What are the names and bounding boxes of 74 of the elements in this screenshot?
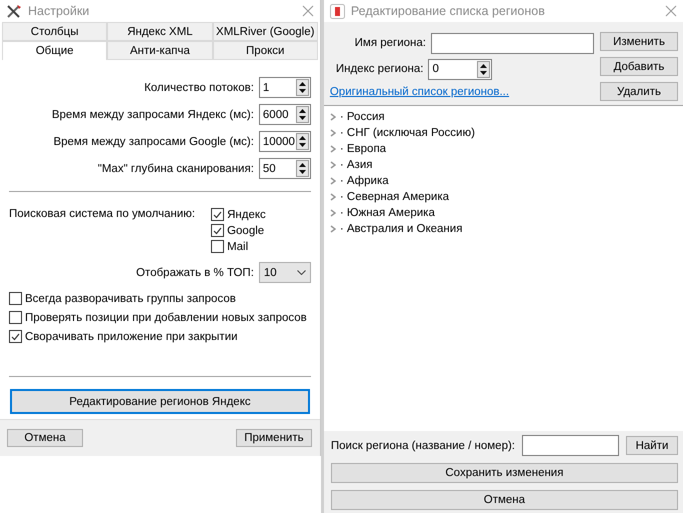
tab[interactable]: XMLRiver (Google) — [212, 22, 318, 41]
save-button[interactable]: Сохранить изменения — [330, 463, 678, 483]
number-spinner[interactable]: 0 — [428, 58, 492, 80]
region-search-field[interactable] — [522, 435, 619, 456]
spin-arrows-icon[interactable] — [296, 160, 309, 177]
field-label: Количество потоков: — [144, 82, 254, 94]
checkbox-label: Яндекс — [227, 208, 266, 220]
spin-arrows-icon[interactable] — [296, 106, 309, 123]
tree-item[interactable]: · Южная Америка — [340, 207, 435, 219]
region-name-field[interactable] — [431, 32, 594, 54]
chevron-right-icon[interactable] — [330, 193, 336, 201]
tree-item[interactable]: · Северная Америка — [340, 191, 449, 203]
tab[interactable]: Столбцы — [2, 22, 108, 41]
field-label: Индекс региона: — [336, 63, 424, 75]
chevron-right-icon[interactable] — [330, 209, 336, 217]
action-button[interactable]: Изменить — [600, 32, 678, 51]
checkbox-label: Всегда разворачивать группы запросов — [25, 292, 236, 304]
tree-item[interactable]: · Азия — [340, 159, 372, 171]
checkbox[interactable] — [211, 208, 224, 221]
tab[interactable]: Прокси — [212, 41, 318, 60]
field-label: Время между запросами Яндекс (мс): — [52, 108, 254, 120]
number-spinner[interactable]: 50 — [258, 158, 311, 179]
number-spinner[interactable]: 6000 — [258, 104, 311, 125]
app-logo-icon — [330, 4, 345, 18]
field-label: Поисковая система по умолчанию: — [9, 208, 196, 220]
checkbox[interactable] — [9, 311, 22, 324]
checkbox[interactable] — [9, 330, 22, 343]
number-spinner[interactable]: 1 — [258, 77, 311, 98]
check-icon — [11, 332, 20, 340]
tools-icon — [6, 4, 22, 18]
dialog-button[interactable]: Отмена — [7, 429, 83, 447]
tab[interactable]: Общие — [2, 41, 108, 60]
action-button[interactable]: Добавить — [600, 57, 678, 76]
checkbox-label: Проверять позиции при добавлении новых запросов — [25, 312, 307, 324]
action-button[interactable]: Удалить — [600, 82, 678, 101]
spin-arrows-icon[interactable] — [296, 133, 309, 150]
checkbox[interactable] — [211, 224, 224, 237]
checkbox-label: Google — [227, 224, 264, 236]
field-label: Время между запросами Google (мс): — [53, 136, 254, 148]
checkbox-label: Mail — [227, 240, 248, 252]
find-button[interactable]: Найти — [626, 436, 678, 455]
spin-arrows-icon[interactable] — [296, 79, 309, 96]
chevron-right-icon[interactable] — [330, 113, 336, 121]
dropdown[interactable]: 10 — [258, 262, 311, 283]
cancel-button[interactable]: Отмена — [330, 490, 678, 510]
checkbox-label: Сворачивать приложение при закрытии — [25, 330, 238, 342]
close-icon[interactable] — [665, 5, 677, 17]
spin-arrows-icon[interactable] — [477, 60, 490, 78]
tree-item[interactable]: · СНГ (исключая Россию) — [340, 127, 475, 139]
regions-link[interactable]: Оригинальный список регионов... — [330, 86, 510, 98]
tab[interactable]: Яндекс XML — [107, 22, 213, 41]
tree-item[interactable]: · Европа — [340, 143, 386, 155]
chevron-right-icon[interactable] — [330, 225, 336, 233]
chevron-right-icon[interactable] — [330, 161, 336, 169]
close-icon[interactable] — [302, 5, 314, 17]
checkbox[interactable] — [9, 292, 22, 305]
checkbox[interactable] — [211, 240, 224, 253]
window-title: Редактирование списка регионов — [350, 4, 546, 18]
chevron-right-icon[interactable] — [330, 177, 336, 185]
field-label: "Max" глубина сканирования: — [98, 162, 254, 174]
window-title: Настройки — [28, 4, 90, 18]
field-label: Поиск региона (название / номер): — [330, 440, 515, 452]
field-label: Имя региона: — [354, 37, 426, 49]
edit-regions-button[interactable]: Редактирование регионов Яндекс — [11, 390, 309, 413]
field-label: Отображать в % ТОП: — [136, 266, 254, 278]
chevron-right-icon[interactable] — [330, 129, 336, 137]
number-spinner[interactable]: 10000 — [258, 131, 311, 152]
tree-item[interactable]: · Африка — [340, 175, 389, 187]
chevron-right-icon[interactable] — [330, 145, 336, 153]
tree-item[interactable]: · Австралия и Океания — [340, 223, 462, 235]
tab[interactable]: Анти-капча — [107, 41, 213, 60]
dialog-button[interactable]: Применить — [236, 429, 312, 447]
tree-item[interactable]: · Россия — [340, 111, 385, 123]
chevron-down-icon — [296, 270, 306, 275]
